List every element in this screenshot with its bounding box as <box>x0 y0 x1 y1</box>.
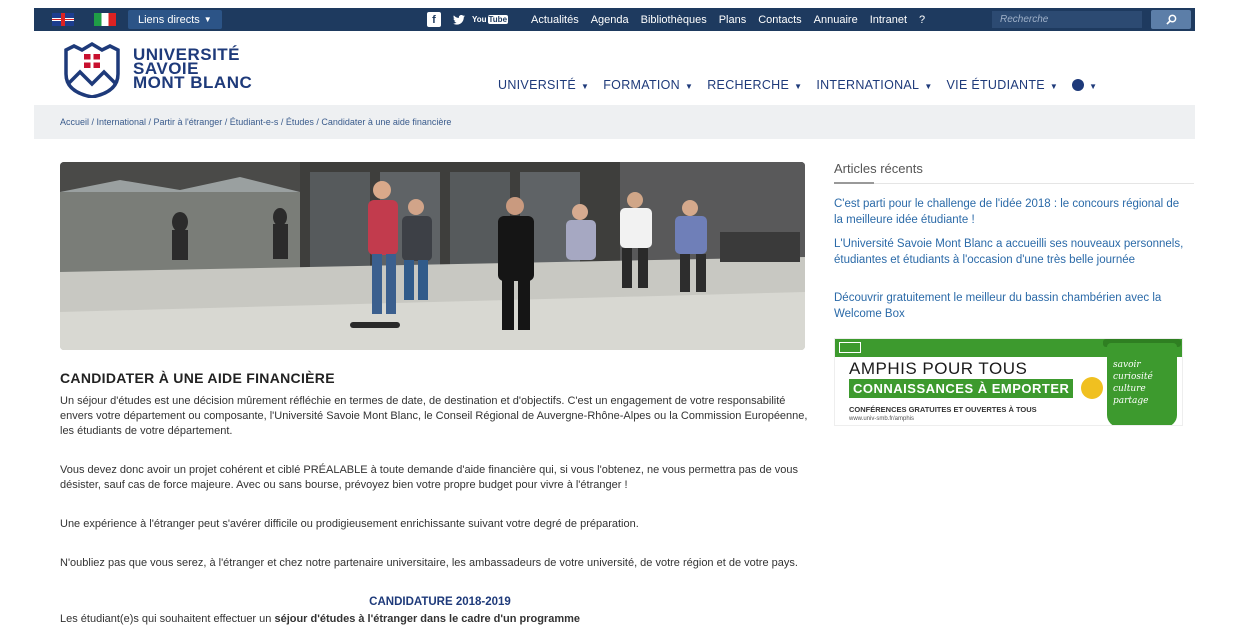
facebook-icon[interactable]: f <box>427 12 441 27</box>
top-link-plans[interactable]: Plans <box>719 14 747 26</box>
chevron-down-icon: ▼ <box>1089 82 1098 91</box>
nav-universite-label: UNIVERSITÉ <box>498 78 577 92</box>
chevron-down-icon: ▼ <box>685 82 694 91</box>
amphis-banner[interactable]: AMPHIS POUR TOUS CONNAISSANCES À EMPORTE… <box>834 338 1183 426</box>
article-paragraph-3: Une expérience à l'étranger peut s'avére… <box>60 518 639 530</box>
recent-article-link[interactable]: Découvrir gratuitement le meilleur du ba… <box>834 290 1184 322</box>
banner-badge-icon <box>1081 377 1103 399</box>
twitter-icon[interactable] <box>452 12 466 27</box>
sidebar-divider <box>834 182 1194 184</box>
sidebar-title: Articles récents <box>834 161 923 176</box>
cup-text: savoir curiosité culture partage <box>1113 360 1153 406</box>
article-paragraph-5-bold: séjour d'études à l'étranger dans le cad… <box>274 613 580 625</box>
banner-url: www.univ-smb.fr/amphis <box>849 416 915 422</box>
top-link-contacts[interactable]: Contacts <box>758 14 801 26</box>
article-paragraph-1: Un séjour d'études est une décision mûre… <box>60 395 808 437</box>
youtube-label: You <box>471 15 487 24</box>
main-nav: UNIVERSITÉ ▼ FORMATION ▼ RECHERCHE ▼ INTERN… <box>498 78 1097 92</box>
nav-universite[interactable]: UNIVERSITÉ ▼ <box>498 78 589 92</box>
brand-name[interactable]: UNIVERSITÉ SAVOIE MONT BLANC <box>133 46 253 92</box>
chevron-down-icon: ▼ <box>794 82 803 91</box>
recent-article-link[interactable]: C'est parti pour le challenge de l'idée … <box>834 196 1184 228</box>
chevron-down-icon: ▼ <box>581 82 590 91</box>
section-heading: CANDIDATURE 2018-2019 <box>369 596 511 608</box>
nav-language-menu[interactable]: ▼ <box>1072 78 1097 92</box>
banner-line: CONFÉRENCES GRATUITES ET OUVERTES À TOUS <box>849 405 1037 414</box>
youtube-box-label: Tube <box>487 15 509 24</box>
top-link-annuaire[interactable]: Annuaire <box>814 14 858 26</box>
nav-vie-etudiante-label: VIE ÉTUDIANTE <box>946 78 1045 92</box>
nav-vie-etudiante[interactable]: VIE ÉTUDIANTE ▼ <box>947 78 1059 92</box>
top-links: Actualités Agenda Bibliothèques Plans Co… <box>531 8 925 31</box>
direct-links-label: Liens directs <box>138 13 200 26</box>
chevron-down-icon: ▼ <box>203 15 212 24</box>
chevron-down-icon: ▼ <box>1049 82 1059 91</box>
article-paragraph-5-start: Les étudiant(e)s qui souhaitent effectue… <box>60 613 275 625</box>
hero-photo <box>60 162 805 350</box>
top-link-actualites[interactable]: Actualités <box>531 14 579 26</box>
nav-international-label: INTERNATIONAL <box>816 78 920 92</box>
top-link-bibliotheques[interactable]: Bibliothèques <box>641 14 707 26</box>
globe-icon <box>1072 79 1085 91</box>
search-icon <box>1165 14 1176 25</box>
top-link-intranet[interactable]: Intranet <box>870 14 907 26</box>
article-paragraph-5: Les étudiant(e)s qui souhaitent effectue… <box>60 612 820 626</box>
search-input[interactable]: Recherche <box>992 11 1142 28</box>
breadcrumb-bar: Accueil / International / Partir à l'étr… <box>34 105 1195 139</box>
nav-formation-label: FORMATION <box>603 78 681 92</box>
article-paragraph-4: N'oubliez pas que vous serez, à l'étrang… <box>60 557 798 569</box>
breadcrumb[interactable]: Accueil / International / Partir à l'étr… <box>60 117 451 127</box>
banner-subtitle: CONNAISSANCES À EMPORTER <box>849 379 1074 398</box>
chevron-down-icon: ▼ <box>924 82 933 91</box>
top-bar: Liens directs ▼ f You Tube Actualités Age… <box>34 8 1195 31</box>
italy-flag-icon[interactable] <box>94 13 116 26</box>
recent-article-link[interactable]: L'Université Savoie Mont Blanc a accueil… <box>834 236 1184 268</box>
nav-formation[interactable]: FORMATION ▼ <box>603 78 693 92</box>
university-mark-icon <box>839 342 861 353</box>
page-title: CANDIDATER À UNE AIDE FINANCIÈRE <box>60 370 335 386</box>
search-button[interactable] <box>1151 10 1191 29</box>
direct-links-dropdown[interactable]: Liens directs ▼ <box>128 10 222 29</box>
nav-international[interactable]: INTERNATIONAL ▼ <box>816 78 932 92</box>
brand-line-3: MONT BLANC <box>133 73 253 92</box>
banner-title: AMPHIS POUR TOUS <box>849 359 1028 378</box>
top-link-agenda[interactable]: Agenda <box>591 14 629 26</box>
nav-recherche[interactable]: RECHERCHE ▼ <box>707 78 802 92</box>
nav-recherche-label: RECHERCHE <box>707 78 790 92</box>
uk-flag-icon[interactable] <box>52 13 74 26</box>
top-link-help[interactable]: ? <box>919 14 925 26</box>
youtube-icon[interactable]: You Tube <box>472 12 509 27</box>
article-paragraph-2: Vous devez donc avoir un projet cohérent… <box>60 464 798 491</box>
university-logo-icon[interactable] <box>60 40 124 98</box>
